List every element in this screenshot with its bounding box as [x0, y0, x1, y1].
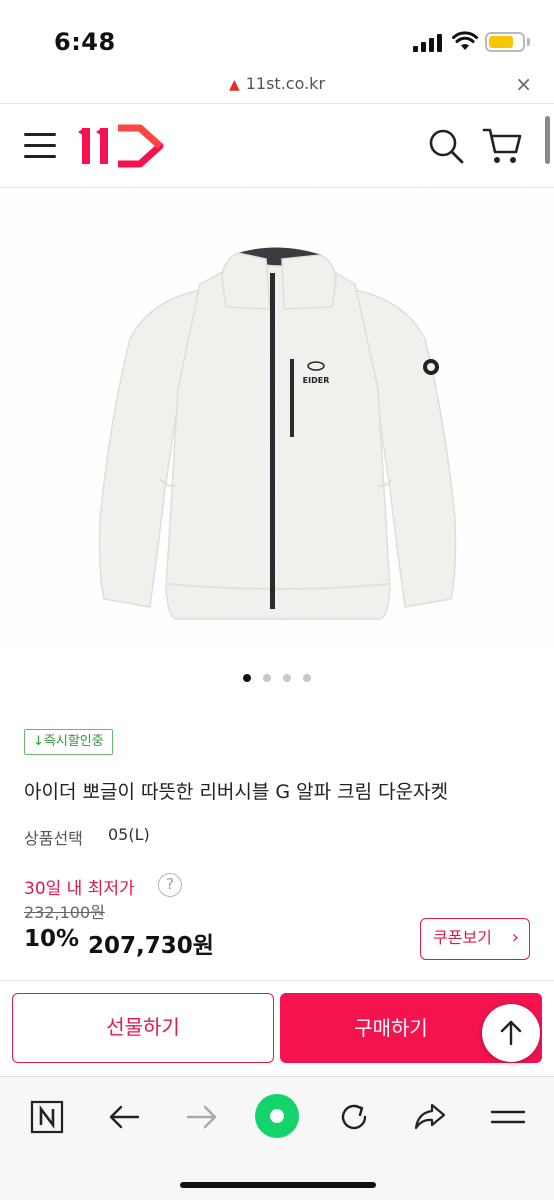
product-image[interactable]: EIDER — [0, 189, 554, 649]
close-icon[interactable]: × — [515, 72, 532, 96]
url-text: 11st.co.kr — [245, 74, 326, 93]
instant-discount-badge: ↓즉시할인중 — [24, 729, 113, 755]
hamburger-icon[interactable] — [24, 131, 56, 161]
search-icon[interactable] — [428, 128, 464, 164]
naver-icon[interactable] — [27, 1097, 67, 1137]
product-name: 아이더 뽀글이 따뜻한 리버시블 G 알파 크림 다운자켓 — [24, 781, 449, 803]
help-icon[interactable]: ? — [158, 873, 182, 897]
cart-icon[interactable] — [482, 126, 524, 166]
scroll-top-button[interactable] — [482, 1004, 540, 1062]
forward-icon[interactable] — [182, 1097, 222, 1137]
signal-icon — [413, 34, 443, 52]
gift-button[interactable]: 선물하기 — [12, 993, 274, 1063]
gallery-dot[interactable] — [243, 674, 251, 682]
option-value[interactable]: 05(L) — [108, 825, 150, 844]
coupon-button[interactable]: 쿠폰보기 › — [420, 918, 530, 960]
status-time: 6:48 — [54, 28, 116, 56]
battery-icon — [485, 32, 525, 52]
url-bar[interactable]: ▲ 11st.co.kr × — [0, 70, 554, 104]
coupon-label: 쿠폰보기 — [433, 928, 492, 947]
back-icon[interactable] — [104, 1097, 144, 1137]
home-indicator — [180, 1182, 376, 1188]
logo[interactable] — [78, 124, 164, 168]
divider — [0, 980, 554, 981]
chevron-right-icon: › — [511, 927, 519, 948]
scroll-indicator[interactable] — [545, 116, 550, 164]
lowest-price-label: 30일 내 최저가 — [24, 879, 135, 899]
home-dot-icon[interactable] — [254, 1093, 300, 1139]
warning-icon: ▲ — [228, 77, 240, 93]
gallery-dot[interactable] — [283, 674, 291, 682]
discount-rate: 10% — [24, 926, 80, 952]
share-icon[interactable] — [410, 1097, 450, 1137]
status-bar: 6:48 — [0, 0, 554, 70]
arrow-up-icon — [500, 1020, 522, 1046]
gallery-dot[interactable] — [303, 674, 311, 682]
wifi-icon — [452, 31, 478, 50]
site-header — [0, 104, 554, 188]
original-price: 232,100원 — [24, 903, 105, 922]
sale-price: 207,730원 — [88, 933, 214, 959]
menu-icon[interactable] — [488, 1097, 528, 1137]
option-label: 상품선택 — [24, 829, 83, 848]
gallery-dot[interactable] — [263, 674, 271, 682]
gallery-pagination — [0, 667, 554, 682]
refresh-icon[interactable] — [334, 1097, 374, 1137]
